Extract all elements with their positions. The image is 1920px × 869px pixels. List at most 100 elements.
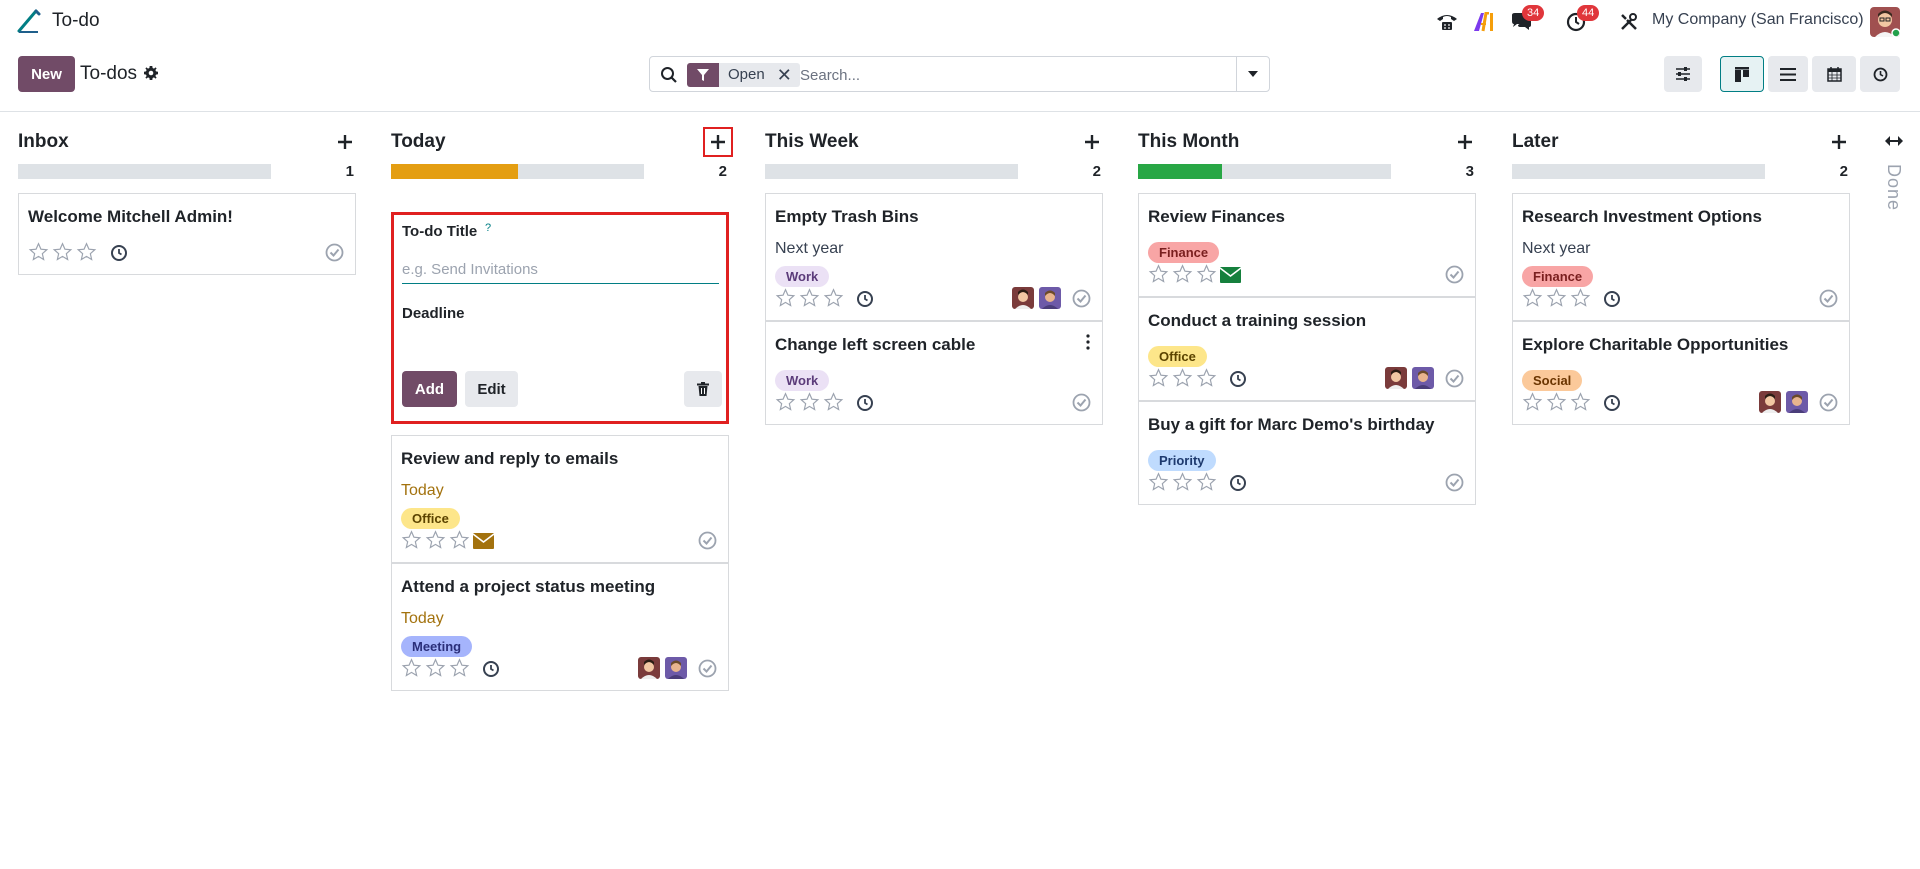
kanban-view-button[interactable]	[1720, 56, 1764, 92]
priority-stars[interactable]	[1522, 288, 1591, 308]
priority-star-icon[interactable]	[401, 658, 422, 678]
column-quick-add-button[interactable]	[703, 127, 733, 157]
user-avatar[interactable]	[1870, 7, 1900, 37]
priority-stars[interactable]	[401, 658, 470, 678]
phone-icon[interactable]	[1435, 10, 1459, 34]
todo-app-logo-icon[interactable]	[16, 8, 42, 34]
delete-button[interactable]	[684, 371, 722, 407]
assignee-avatar[interactable]	[1412, 367, 1434, 389]
priority-star-icon[interactable]	[799, 392, 820, 412]
priority-star-icon[interactable]	[823, 288, 844, 308]
task-card[interactable]: Attend a project status meeting Today Meet…	[391, 563, 729, 691]
priority-star-icon[interactable]	[425, 658, 446, 678]
mark-done-check-icon[interactable]	[1072, 393, 1091, 412]
task-tag[interactable]: Priority	[1148, 450, 1216, 471]
column-quick-add-button[interactable]	[334, 131, 356, 153]
list-view-button[interactable]	[1768, 56, 1808, 92]
priority-star-icon[interactable]	[76, 242, 97, 262]
priority-star-icon[interactable]	[1148, 368, 1169, 388]
task-card[interactable]: Review Finances Finance	[1138, 193, 1476, 297]
task-card[interactable]: Empty Trash Bins Next year Work	[765, 193, 1103, 321]
todo-title-input[interactable]	[402, 256, 719, 284]
mark-done-check-icon[interactable]	[1445, 473, 1464, 492]
task-tag[interactable]: Work	[775, 370, 830, 391]
priority-star-icon[interactable]	[1196, 368, 1217, 388]
progress-segment[interactable]	[391, 164, 518, 179]
settings-sliders-button[interactable]	[1664, 56, 1702, 92]
activity-clock-icon[interactable]	[1603, 290, 1621, 308]
edit-button[interactable]: Edit	[465, 371, 518, 407]
priority-star-icon[interactable]	[449, 658, 470, 678]
chat-icon[interactable]: 34	[1509, 5, 1545, 34]
mark-done-check-icon[interactable]	[1819, 289, 1838, 308]
column-progress-bar[interactable]	[1512, 164, 1765, 179]
task-card[interactable]: Welcome Mitchell Admin!	[18, 193, 356, 275]
task-tag[interactable]: Office	[1148, 346, 1207, 367]
task-tag[interactable]: Office	[401, 508, 460, 529]
priority-stars[interactable]	[1148, 472, 1217, 492]
priority-stars[interactable]	[775, 392, 844, 412]
folded-column-done[interactable]: Done	[1870, 112, 1920, 232]
folded-column-label[interactable]: Done	[1883, 164, 1904, 211]
priority-star-icon[interactable]	[1148, 264, 1169, 284]
progress-segment[interactable]	[1138, 164, 1223, 179]
mark-done-check-icon[interactable]	[325, 243, 344, 262]
priority-star-icon[interactable]	[1570, 392, 1591, 412]
task-tag[interactable]: Meeting	[401, 636, 473, 657]
email-activity-icon[interactable]	[1220, 267, 1241, 283]
priority-stars[interactable]	[775, 288, 844, 308]
task-card[interactable]: Change left screen cable Work	[765, 321, 1103, 425]
task-tag[interactable]: Social	[1522, 370, 1583, 391]
priority-star-icon[interactable]	[775, 392, 796, 412]
assignee-avatar[interactable]	[1385, 367, 1407, 389]
task-card[interactable]: Conduct a training session Office	[1138, 297, 1476, 401]
activity-clock-icon[interactable]	[1603, 394, 1621, 412]
search-options-toggle[interactable]	[1236, 57, 1269, 91]
ai-icon[interactable]	[1472, 10, 1496, 34]
help-tooltip-icon[interactable]: ?	[485, 222, 491, 234]
task-card[interactable]: Explore Charitable Opportunities Social	[1512, 321, 1850, 425]
priority-star-icon[interactable]	[449, 530, 470, 550]
priority-star-icon[interactable]	[425, 530, 446, 550]
activity-clock-icon[interactable]: 44	[1564, 5, 1600, 34]
priority-star-icon[interactable]	[1546, 392, 1567, 412]
assignee-avatar[interactable]	[638, 657, 660, 679]
email-activity-icon[interactable]	[473, 533, 494, 549]
calendar-view-button[interactable]	[1812, 56, 1856, 92]
priority-stars[interactable]	[401, 530, 470, 550]
column-quick-add-button[interactable]	[1454, 131, 1476, 153]
assignee-avatar[interactable]	[1012, 287, 1034, 309]
priority-star-icon[interactable]	[28, 242, 49, 262]
activity-clock-icon[interactable]	[856, 290, 874, 308]
priority-stars[interactable]	[28, 242, 97, 262]
priority-star-icon[interactable]	[1522, 392, 1543, 412]
activity-view-button[interactable]	[1860, 56, 1900, 92]
assignee-avatar[interactable]	[1039, 287, 1061, 309]
task-card[interactable]: Buy a gift for Marc Demo's birthday Prior…	[1138, 401, 1476, 505]
priority-star-icon[interactable]	[1546, 288, 1567, 308]
priority-star-icon[interactable]	[799, 288, 820, 308]
search-input[interactable]	[800, 63, 1180, 87]
priority-stars[interactable]	[1522, 392, 1591, 412]
priority-star-icon[interactable]	[1196, 472, 1217, 492]
mark-done-check-icon[interactable]	[1072, 289, 1091, 308]
task-tag[interactable]: Finance	[1148, 242, 1220, 263]
column-quick-add-button[interactable]	[1828, 131, 1850, 153]
card-menu-icon[interactable]	[1084, 334, 1092, 350]
new-button[interactable]: New	[18, 56, 75, 92]
priority-star-icon[interactable]	[1522, 288, 1543, 308]
company-switcher[interactable]: My Company (San Francisco)	[1652, 11, 1864, 29]
column-progress-bar[interactable]	[391, 164, 644, 179]
priority-star-icon[interactable]	[1172, 368, 1193, 388]
priority-stars[interactable]	[1148, 368, 1217, 388]
activity-clock-icon[interactable]	[856, 394, 874, 412]
assignee-avatar[interactable]	[1759, 391, 1781, 413]
activity-clock-icon[interactable]	[1229, 474, 1247, 492]
priority-star-icon[interactable]	[1148, 472, 1169, 492]
mark-done-check-icon[interactable]	[698, 659, 717, 678]
priority-star-icon[interactable]	[1196, 264, 1217, 284]
priority-star-icon[interactable]	[775, 288, 796, 308]
mark-done-check-icon[interactable]	[1445, 369, 1464, 388]
activity-clock-icon[interactable]	[1229, 370, 1247, 388]
priority-star-icon[interactable]	[1172, 264, 1193, 284]
